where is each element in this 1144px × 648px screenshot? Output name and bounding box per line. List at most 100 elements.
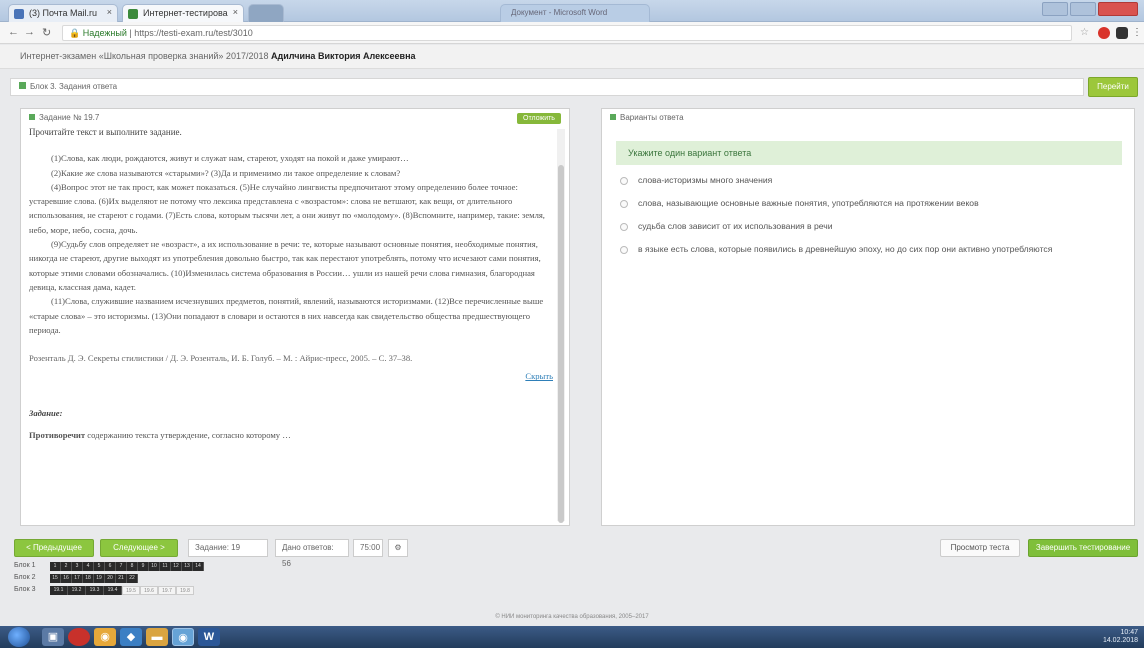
option-label: в языке есть слова, которые появились в …: [638, 244, 1053, 254]
question-cell[interactable]: 21: [116, 574, 127, 583]
question-cell[interactable]: 16: [61, 574, 72, 583]
question-cell[interactable]: 13: [182, 562, 193, 571]
review-button[interactable]: Просмотр теста: [940, 539, 1020, 557]
opera-icon[interactable]: [1098, 27, 1110, 39]
radio-button[interactable]: [620, 222, 628, 231]
section-icon: [19, 82, 26, 89]
hide-link[interactable]: Скрыть: [29, 369, 553, 383]
extension-icon[interactable]: [1116, 27, 1128, 39]
text-panel: Задание № 19.7 Отложить Прочитайте текст…: [20, 108, 570, 526]
question-cell[interactable]: 8: [127, 562, 138, 571]
section-strip: Блок 3. Задания ответа: [10, 78, 1084, 96]
question-cell[interactable]: 18: [83, 574, 94, 583]
explorer-icon[interactable]: ▣: [42, 628, 64, 646]
question-cell-unanswered[interactable]: 19.7: [158, 586, 176, 595]
answer-option[interactable]: судьба слов зависит от их использования …: [620, 221, 1120, 231]
opera-icon[interactable]: [68, 628, 90, 646]
question-cell[interactable]: 12: [171, 562, 182, 571]
text-scroll-area[interactable]: Прочитайте текст и выполните задание. (1…: [29, 125, 553, 521]
back-icon[interactable]: ←: [8, 26, 19, 38]
chrome-icon[interactable]: ◉: [94, 628, 116, 646]
question-cell[interactable]: 19: [94, 574, 105, 583]
student-name: Адилчина Виктория Алексеевна: [271, 51, 416, 61]
question-cell[interactable]: 3: [72, 562, 83, 571]
question-cell[interactable]: 1: [50, 562, 61, 571]
question-bar: Укажите один вариант ответа: [616, 141, 1122, 165]
finish-test-button[interactable]: Завершить тестирование: [1028, 539, 1138, 557]
question-cell[interactable]: 19.1: [50, 586, 68, 595]
question-cell[interactable]: 5: [94, 562, 105, 571]
close-icon[interactable]: ×: [233, 7, 238, 17]
radio-button[interactable]: [620, 199, 628, 208]
option-label: слова, называющие основные важные поняти…: [638, 198, 979, 208]
word-window-ghost: Документ - Microsoft Word: [500, 4, 650, 22]
new-tab-button[interactable]: [248, 4, 284, 22]
question-cell[interactable]: 6: [105, 562, 116, 571]
star-icon[interactable]: ☆: [1080, 27, 1092, 39]
answer-option[interactable]: слова-историзмы много значения: [620, 175, 1120, 185]
settings-icon[interactable]: ⚙: [388, 539, 408, 557]
question-cell[interactable]: 9: [138, 562, 149, 571]
word-icon[interactable]: W: [198, 628, 220, 646]
task-header: Задание № 19.7: [29, 113, 99, 122]
url-text: https://testi-exam.ru/test/3010: [134, 28, 253, 38]
page-footer: © НИИ мониторинга качества образования, …: [495, 614, 649, 620]
close-window-button[interactable]: [1098, 2, 1138, 16]
question-cell-unanswered[interactable]: 19.8: [176, 586, 194, 595]
radio-button[interactable]: [620, 176, 628, 185]
question-cell[interactable]: 19.3: [86, 586, 104, 595]
question-cell[interactable]: 7: [116, 562, 127, 571]
forward-icon[interactable]: →: [24, 26, 35, 38]
app-icon[interactable]: ◆: [120, 628, 142, 646]
question-cell-unanswered[interactable]: 19.5: [122, 586, 140, 595]
question-cell[interactable]: 2: [61, 562, 72, 571]
exam-title: Интернет-экзамен «Школьная проверка знан…: [20, 51, 269, 61]
task-icon: [29, 114, 35, 120]
question-cell[interactable]: 10: [149, 562, 160, 571]
close-icon[interactable]: ×: [107, 7, 112, 17]
postpone-button[interactable]: Отложить: [517, 113, 561, 124]
minimize-button[interactable]: [1042, 2, 1068, 16]
task-number-select[interactable]: Задание: 19: [188, 539, 268, 557]
clock-date: 14.02.2018: [1102, 637, 1138, 644]
question-cell-unanswered[interactable]: 19.6: [140, 586, 158, 595]
chrome-active-icon[interactable]: ◉: [172, 628, 194, 646]
lock-icon: 🔒: [69, 28, 83, 38]
block-label: Блок 3: [14, 586, 36, 593]
clock-time: 10:47: [1120, 629, 1138, 636]
url-secure-label: Надежный: [82, 28, 127, 38]
question-cell[interactable]: 4: [83, 562, 94, 571]
text-paragraph: (4)Вопрос этот не так прост, как может п…: [29, 181, 545, 235]
maximize-button[interactable]: [1070, 2, 1096, 16]
next-button[interactable]: Следующее >: [100, 539, 178, 557]
question-cell[interactable]: 15: [50, 574, 61, 583]
question-cell[interactable]: 19.4: [104, 586, 122, 595]
url-field[interactable]: 🔒 Надежный | https://testi-exam.ru/test/…: [62, 25, 1072, 41]
browser-tab-test[interactable]: Интернет-тестирова ×: [122, 4, 244, 22]
prev-button[interactable]: < Предыдущее: [14, 539, 94, 557]
question-cell[interactable]: 19.2: [68, 586, 86, 595]
radio-button[interactable]: [620, 245, 628, 254]
start-button[interactable]: [8, 627, 30, 647]
answer-option[interactable]: слова, называющие основные важные поняти…: [620, 198, 1120, 208]
go-button[interactable]: Перейти: [1088, 77, 1138, 97]
window-controls: [1042, 2, 1138, 16]
answers-panel: Варианты ответа Укажите один вариант отв…: [601, 108, 1135, 526]
menu-icon[interactable]: ⋮: [1132, 27, 1142, 39]
question-cell[interactable]: 14: [193, 562, 204, 571]
text-paragraph: (9)Судьбу слов определяет не «возраст», …: [29, 239, 541, 292]
text-paragraph: (2)Какие же слова называются «старыми»? …: [51, 167, 401, 178]
question-cell[interactable]: 20: [105, 574, 116, 583]
folder-icon[interactable]: ▬: [146, 628, 168, 646]
scrollbar-thumb[interactable]: [558, 165, 564, 523]
question-cell[interactable]: 17: [72, 574, 83, 583]
reload-icon[interactable]: ↻: [42, 26, 51, 39]
browser-tab-mail[interactable]: (3) Почта Mail.ru ×: [8, 4, 118, 22]
tab-label: (3) Почта Mail.ru: [29, 8, 97, 18]
question-cell[interactable]: 22: [127, 574, 138, 583]
scrollbar[interactable]: [557, 129, 565, 523]
answer-option[interactable]: в языке есть слова, которые появились в …: [620, 244, 1120, 254]
block-cells: 1 2 3 4 5 6 7 8 9 10 11 12 13 14: [50, 562, 204, 571]
question-cell[interactable]: 11: [160, 562, 171, 571]
ghost-title: Документ - Microsoft Word: [511, 8, 608, 17]
